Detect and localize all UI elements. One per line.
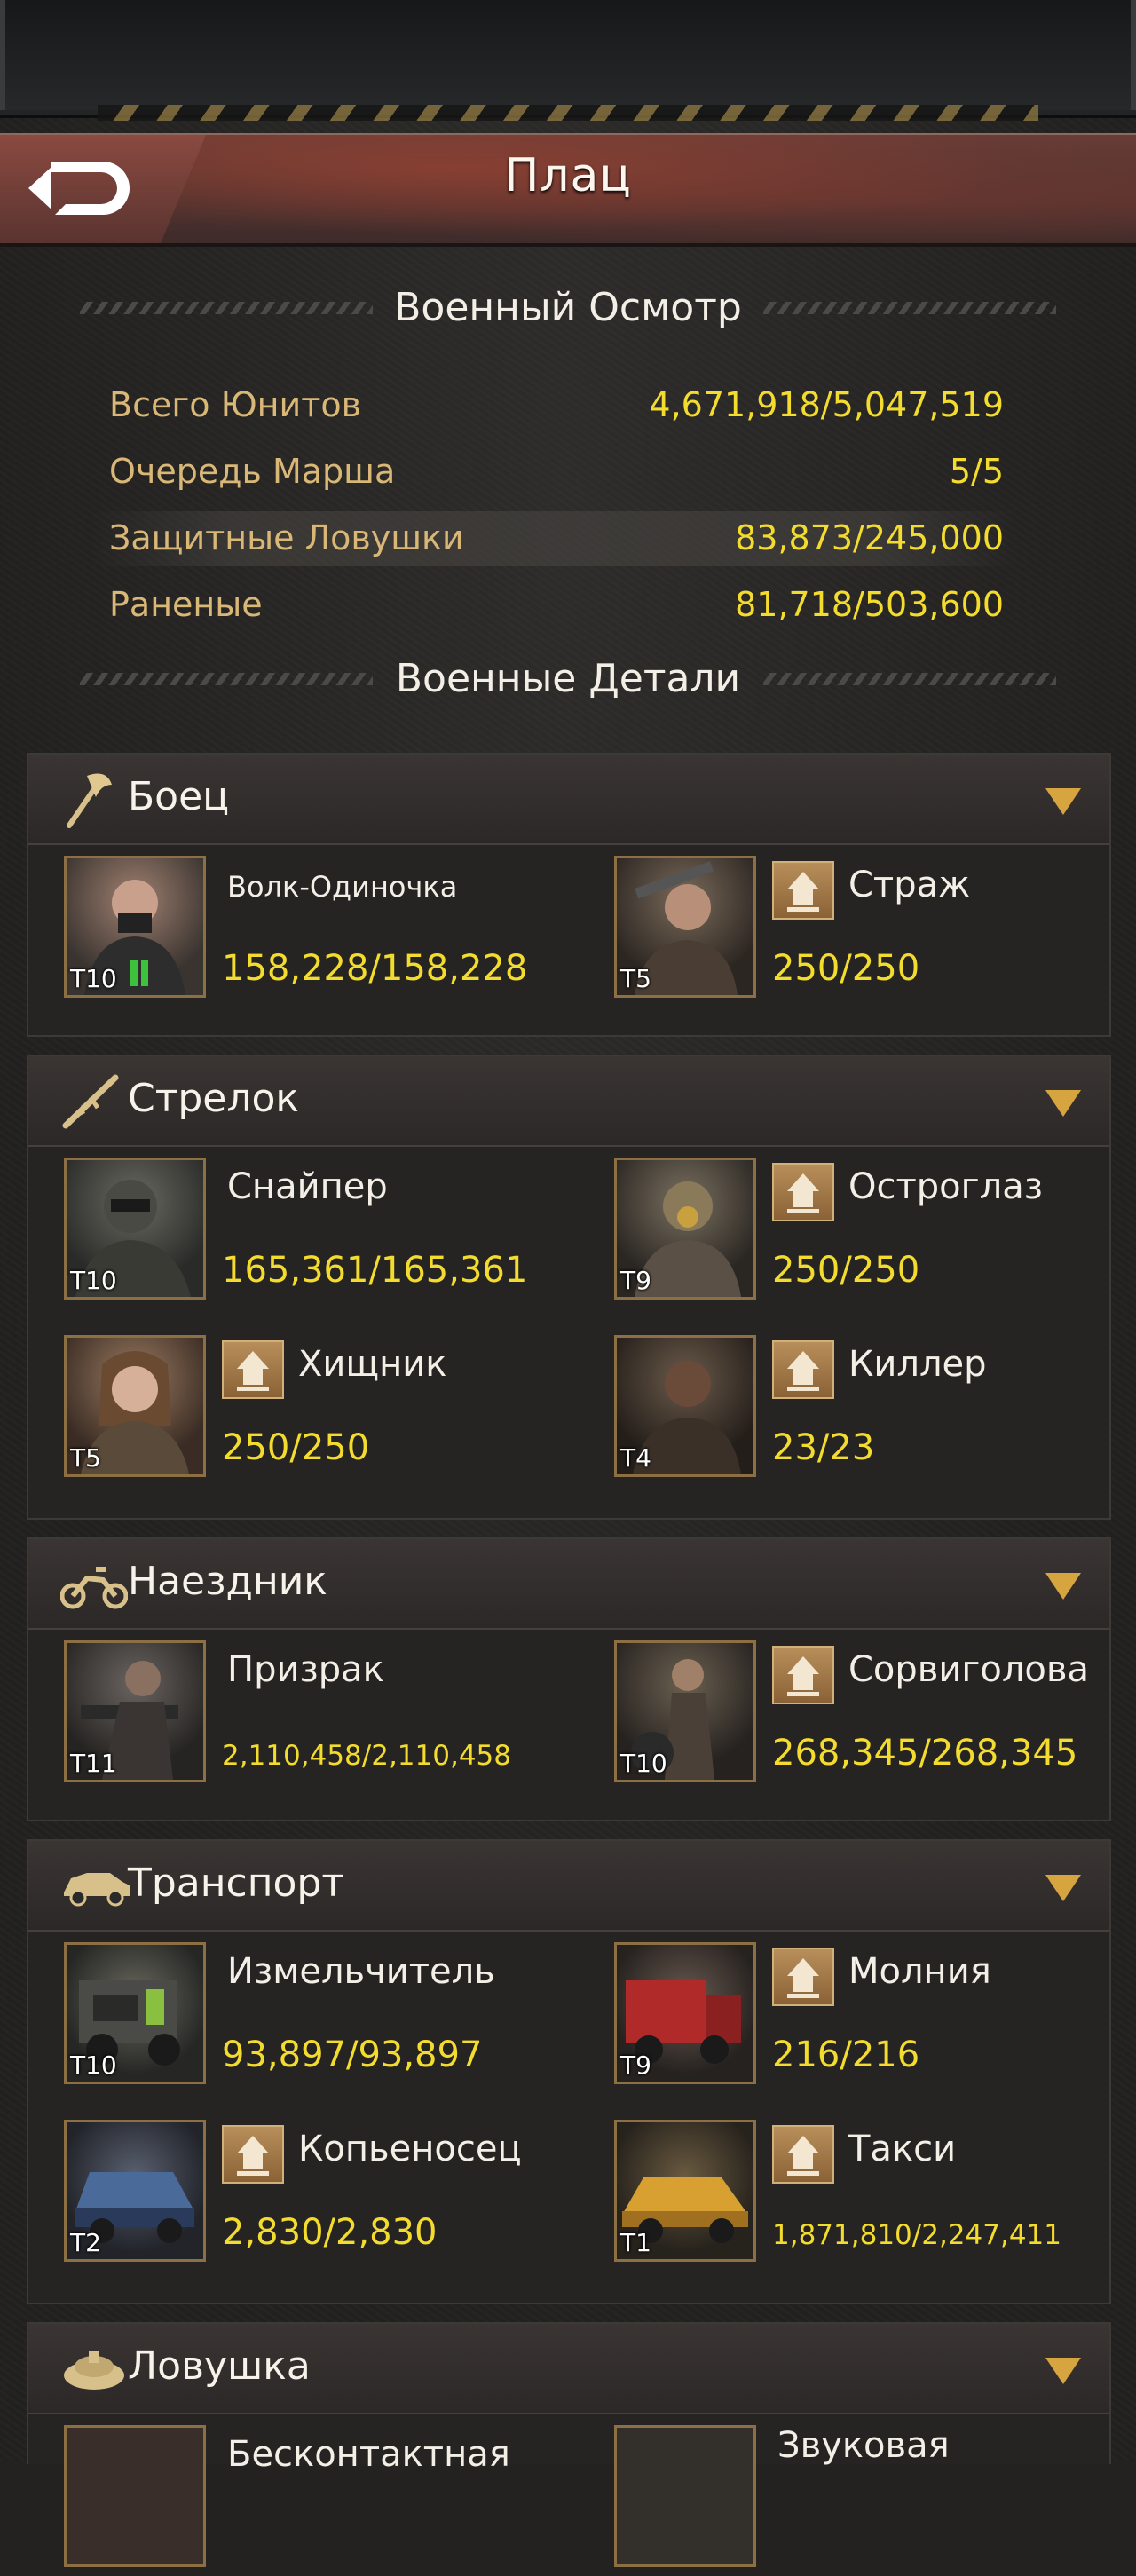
unit-card[interactable]: T10 Сорвиголова 268,345/268,345 [614,1640,1129,1791]
unit-card[interactable]: T2 Копьеносец 2,830/2,830 [64,2120,579,2271]
unit-card[interactable]: T10 Измельчитель 93,897/93,897 [64,1942,579,2093]
unit-portrait[interactable]: T1 [614,2120,756,2262]
unit-name: Молния [848,1951,991,1992]
unit-name: Сорвиголова [848,1649,1089,1690]
unit-name: Призрак [227,1649,384,1690]
unit-name: Такси [848,2129,957,2169]
upgrade-button[interactable] [772,1646,834,1704]
unit-portrait[interactable]: T10 [64,1158,206,1300]
details-heading: Военные Детали [0,648,1136,710]
unit-count: 158,228/158,228 [222,948,528,989]
top-frame [0,0,1136,121]
unit-count: 216/216 [772,2035,920,2075]
unit-card[interactable]: Звуковая [614,2416,1129,2567]
unit-name: Страж [848,865,971,905]
unit-count: 93,897/93,897 [222,2035,483,2075]
stat-row: Раненые 81,718/503,600 [109,585,1004,624]
category-header[interactable]: Транспорт [28,1841,1109,1932]
unit-count: 250/250 [222,1427,370,1468]
category-panel-rider: Наездник T11 Призрак 2,110,458/2,110,458… [27,1537,1111,1821]
unit-portrait[interactable]: T4 [614,1335,756,1477]
category-panel-transport: Транспорт T10 Измельчитель 93,897/93,897… [27,1839,1111,2304]
category-header[interactable]: Ловушка [28,2324,1109,2414]
motorcycle-icon [60,1567,128,1609]
unit-name: Волк-Одиночка [227,870,458,904]
unit-portrait[interactable]: T11 [64,1640,206,1782]
unit-portrait[interactable]: T10 [64,1942,206,2084]
unit-count: 2,110,458/2,110,458 [222,1740,511,1772]
unit-portrait[interactable]: T10 [614,1640,756,1782]
car-icon [64,1873,130,1907]
upgrade-button[interactable] [772,861,834,920]
category-header[interactable]: Стрелок [28,1056,1109,1147]
collapse-arrow[interactable] [1045,1875,1081,1901]
unit-portrait[interactable]: T5 [64,1335,206,1477]
upgrade-button[interactable] [772,1948,834,2006]
unit-portrait[interactable]: T9 [614,1942,756,2084]
unit-name: Бесконтактная [227,2434,510,2475]
unit-count: 165,361/165,361 [222,1250,528,1291]
unit-name: Копьеносец [298,2129,522,2169]
upgrade-button[interactable] [772,1163,834,1221]
unit-card[interactable]: T9 Молния 216/216 [614,1942,1129,2093]
category-header[interactable]: Боец [28,755,1109,845]
unit-card[interactable]: Бесконтактная [64,2425,579,2576]
category-panel-fighter: Боец T10 Волк-Одиночка 158,228/158,228 T… [27,753,1111,1037]
unit-count: 250/250 [772,948,920,989]
unit-count: 268,345/268,345 [772,1733,1078,1774]
unit-name: Киллер [848,1344,987,1385]
category-header[interactable]: Наездник [28,1539,1109,1630]
unit-card[interactable]: T1 Такси 1,871,810/2,247,411 [614,2120,1129,2271]
unit-portrait[interactable]: T5 [614,856,756,998]
unit-name: Остроглаз [848,1166,1044,1207]
unit-name: Измельчитель [227,1951,495,1992]
stat-row: Защитные Ловушки 83,873/245,000 [93,511,1016,566]
upgrade-button[interactable] [222,1340,284,1399]
stat-row: Очередь Марша 5/5 [109,452,1004,491]
unit-portrait[interactable]: T9 [614,1158,756,1300]
collapse-arrow[interactable] [1045,1573,1081,1600]
unit-card[interactable]: T5 Хищник 250/250 [64,1335,579,1486]
unit-name: Снайпер [227,1166,388,1207]
unit-card[interactable]: T10 Волк-Одиночка 158,228/158,228 [64,856,579,1007]
unit-count: 250/250 [772,1250,920,1291]
rifle-icon [62,1074,119,1129]
category-panel-shooter: Стрелок T10 Снайпер 165,361/165,361 T9 О… [27,1055,1111,1520]
upgrade-button[interactable] [772,1340,834,1399]
unit-card[interactable]: T11 Призрак 2,110,458/2,110,458 [64,1640,579,1791]
category-panel-trap: Ловушка Бесконтактная Звуковая [27,2322,1111,2567]
unit-name: Звуковая [777,2425,950,2466]
upgrade-button[interactable] [772,2125,834,2184]
page-title: Плац [504,149,632,202]
landmine-icon [64,2351,124,2390]
collapse-arrow[interactable] [1045,788,1081,815]
unit-card[interactable]: T4 Киллер 23/23 [614,1335,1129,1486]
unit-portrait[interactable] [614,2425,756,2567]
unit-count: 23/23 [772,1427,875,1468]
overview-heading: Военный Осмотр [0,277,1136,339]
axe-icon [67,773,112,828]
unit-card[interactable]: T10 Снайпер 165,361/165,361 [64,1158,579,1308]
unit-card[interactable]: T5 Страж 250/250 [614,856,1129,1007]
collapse-arrow[interactable] [1045,1090,1081,1117]
stat-row: Всего Юнитов 4,671,918/5,047,519 [109,385,1004,424]
unit-name: Хищник [298,1344,447,1385]
unit-count: 2,830/2,830 [222,2212,438,2253]
collapse-arrow[interactable] [1045,2358,1081,2384]
unit-portrait[interactable]: T10 [64,856,206,998]
unit-card[interactable]: T9 Остроглаз 250/250 [614,1158,1129,1308]
upgrade-button[interactable] [222,2125,284,2184]
unit-portrait[interactable] [64,2425,206,2567]
unit-count: 1,871,810/2,247,411 [772,2219,1061,2251]
unit-portrait[interactable]: T2 [64,2120,206,2262]
